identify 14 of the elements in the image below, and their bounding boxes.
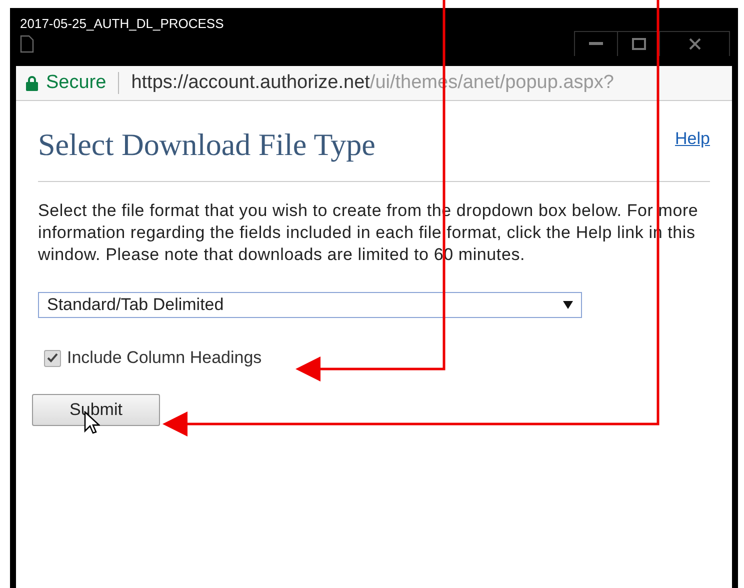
checkbox-label: Include Column Headings [67, 348, 262, 368]
page-heading: Select Download File Type [38, 127, 376, 163]
file-type-dropdown[interactable]: Standard/Tab Delimited [38, 292, 582, 318]
close-icon [688, 38, 700, 50]
secure-label: Secure [46, 72, 106, 94]
submit-button[interactable]: Submit [32, 394, 160, 426]
minimize-icon [589, 42, 603, 46]
page-icon [20, 34, 34, 52]
maximize-icon [632, 38, 646, 50]
window-title: 2017-05-25_AUTH_DL_PROCESS [20, 15, 225, 31]
help-link[interactable]: Help [675, 129, 710, 149]
caret-icon [563, 301, 573, 309]
lock-icon [26, 76, 38, 90]
checkbox[interactable] [44, 350, 61, 366]
